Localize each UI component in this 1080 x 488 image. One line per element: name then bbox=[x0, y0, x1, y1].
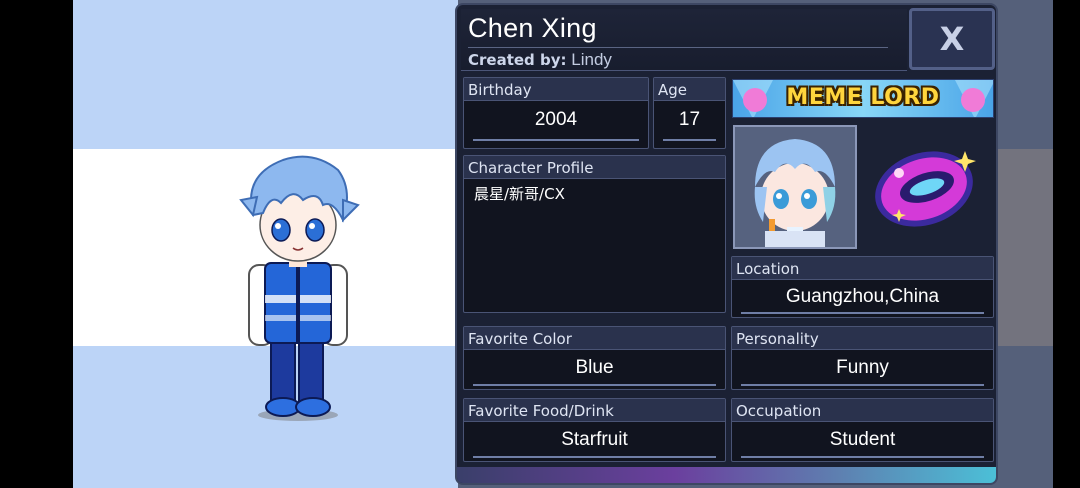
title-bar: Chen Xing Created by: Lindy bbox=[461, 9, 907, 71]
favorite-food-value: Starfruit bbox=[561, 429, 628, 450]
created-by-label: Created by: bbox=[468, 51, 567, 69]
banner-text: MEME LORD bbox=[786, 85, 940, 110]
favorite-color-value: Blue bbox=[575, 357, 614, 378]
close-button[interactable]: X bbox=[909, 8, 995, 70]
personality-label: Personality bbox=[732, 327, 993, 350]
occupation-field[interactable]: Occupation Student bbox=[731, 398, 994, 462]
favorite-food-underline bbox=[473, 456, 716, 458]
meme-lord-banner[interactable]: MEME LORD bbox=[732, 79, 994, 118]
character-info-panel: Chen Xing Created by: Lindy X Birthday 2… bbox=[455, 3, 998, 485]
creator-line: Created by: Lindy bbox=[468, 47, 888, 71]
age-field[interactable]: Age 17 bbox=[653, 77, 726, 149]
location-underline bbox=[741, 312, 984, 314]
close-icon: X bbox=[939, 20, 965, 58]
location-value: Guangzhou,China bbox=[785, 286, 940, 307]
occupation-label: Occupation bbox=[732, 399, 993, 422]
favorite-color-underline bbox=[473, 384, 716, 386]
birthday-underline bbox=[473, 139, 639, 141]
personality-underline bbox=[741, 384, 984, 386]
personality-field[interactable]: Personality Funny bbox=[731, 326, 994, 390]
favorite-color-field[interactable]: Favorite Color Blue bbox=[463, 326, 726, 390]
birthday-label: Birthday bbox=[464, 78, 648, 101]
favorite-color-label: Favorite Color bbox=[464, 327, 725, 350]
birthday-value: 2004 bbox=[534, 109, 578, 130]
panel-bottom-strip bbox=[457, 467, 996, 483]
profile-label: Character Profile bbox=[464, 156, 725, 179]
occupation-value: Student bbox=[829, 429, 896, 450]
personality-value: Funny bbox=[836, 357, 889, 378]
character-portrait[interactable] bbox=[733, 125, 857, 249]
location-field[interactable]: Location Guangzhou,China bbox=[731, 256, 994, 318]
cosmic-pet-icon[interactable] bbox=[869, 137, 984, 237]
created-by-value: Lindy bbox=[571, 50, 612, 69]
favorite-food-label: Favorite Food/Drink bbox=[464, 399, 725, 422]
location-label: Location bbox=[732, 257, 993, 280]
profile-text: 晨星/新哥/CX bbox=[474, 185, 565, 203]
age-label: Age bbox=[654, 78, 725, 101]
age-value: 17 bbox=[678, 109, 701, 130]
occupation-underline bbox=[741, 456, 984, 458]
character-sprite[interactable] bbox=[203, 145, 373, 425]
age-underline bbox=[663, 139, 716, 141]
birthday-field[interactable]: Birthday 2004 bbox=[463, 77, 649, 149]
profile-field[interactable]: Character Profile 晨星/新哥/CX bbox=[463, 155, 726, 313]
character-name: Chen Xing bbox=[468, 13, 597, 43]
character-portrait-icon bbox=[735, 127, 855, 247]
favorite-food-field[interactable]: Favorite Food/Drink Starfruit bbox=[463, 398, 726, 462]
